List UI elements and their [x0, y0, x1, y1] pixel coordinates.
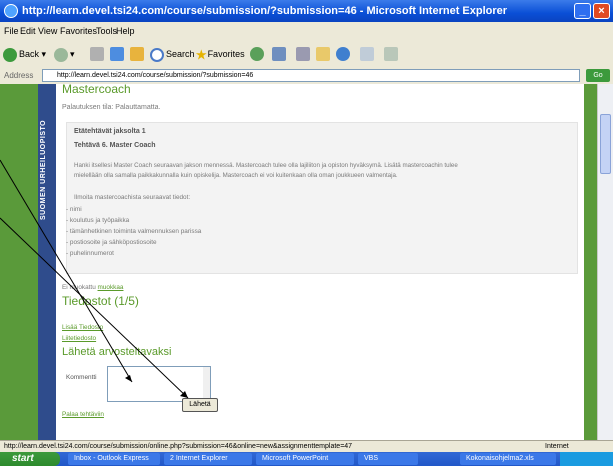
taskbar-item[interactable]: Microsoft PowerPoint — [256, 453, 354, 465]
taskbar-item[interactable]: VBS — [358, 453, 418, 465]
system-tray — [560, 452, 613, 466]
start-button[interactable]: start — [0, 452, 60, 466]
arrow-to-submit — [0, 217, 189, 399]
annotation-arrows — [0, 159, 189, 399]
arrowhead — [125, 375, 132, 382]
taskbar-item[interactable]: Inbox - Outlook Express — [68, 453, 160, 465]
taskbar: start Inbox - Outlook Express 2 Internet… — [0, 452, 613, 466]
taskbar-item[interactable]: Kokonaisohjelma2.xls — [460, 453, 556, 465]
taskbar-item[interactable]: 2 Internet Explorer — [164, 453, 252, 465]
arrow-to-comment — [0, 159, 133, 383]
